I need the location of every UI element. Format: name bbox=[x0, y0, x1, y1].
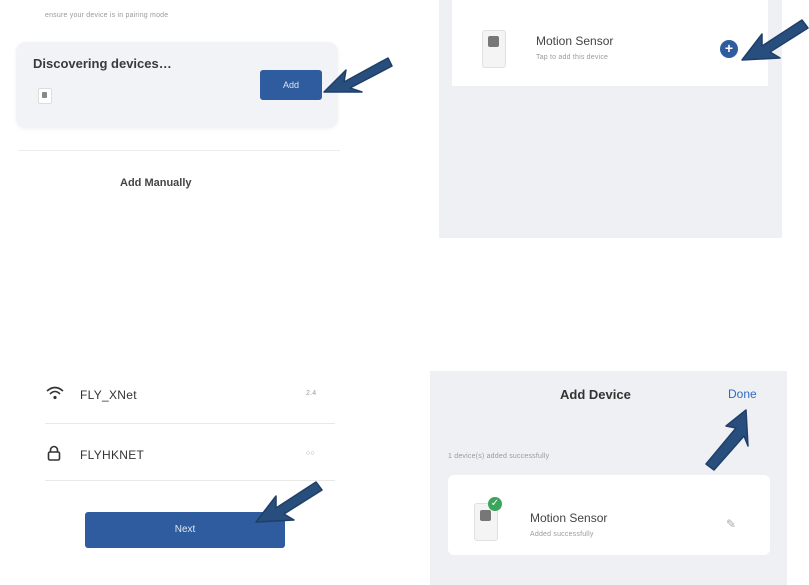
pointer-arrow-icon bbox=[323, 57, 393, 93]
wifi-network-row[interactable]: FLY_XNet 2.4 bbox=[40, 376, 335, 416]
add-button[interactable]: Add bbox=[260, 70, 322, 100]
add-manually-link[interactable]: Add Manually bbox=[120, 177, 192, 189]
pointer-arrow-icon bbox=[705, 409, 749, 471]
device-subtitle: Tap to add this device bbox=[536, 54, 609, 61]
page-title: Add Device bbox=[560, 387, 631, 402]
network-band: 2.4 bbox=[306, 390, 317, 397]
added-device-card[interactable]: ✓ Motion Sensor Added successfully ✎ bbox=[448, 475, 770, 555]
status-text: 1 device(s) added successfully bbox=[448, 453, 550, 460]
result-panel: Add Device Done 1 device(s) added succes… bbox=[430, 371, 787, 585]
pairing-hint: ensure your device is in pairing mode bbox=[45, 12, 169, 19]
done-button[interactable]: Done bbox=[728, 387, 757, 401]
wifi-icon bbox=[46, 385, 64, 403]
plus-circle-icon[interactable]: + bbox=[720, 40, 738, 58]
password-row[interactable]: FLYHKNET ○○ bbox=[40, 436, 335, 476]
network-name: FLY_XNet bbox=[80, 388, 137, 402]
lock-icon bbox=[46, 445, 64, 463]
device-name: Motion Sensor bbox=[530, 511, 608, 525]
discover-card: Discovering devices… Add bbox=[16, 42, 338, 128]
motion-sensor-image bbox=[482, 30, 506, 68]
pointer-arrow-icon bbox=[741, 19, 809, 61]
pencil-icon[interactable]: ✎ bbox=[726, 517, 736, 531]
discover-title: Discovering devices… bbox=[33, 56, 172, 71]
divider bbox=[18, 150, 340, 151]
device-subtitle: Added successfully bbox=[530, 531, 594, 538]
divider bbox=[45, 423, 335, 424]
show-password-toggle[interactable]: ○○ bbox=[306, 450, 315, 457]
device-thumbnail bbox=[38, 88, 52, 104]
password-field[interactable]: FLYHKNET bbox=[80, 448, 144, 462]
device-card[interactable]: Motion Sensor Tap to add this device + bbox=[452, 0, 768, 86]
check-icon: ✓ bbox=[488, 497, 502, 511]
device-name: Motion Sensor bbox=[536, 34, 614, 48]
pointer-arrow-icon bbox=[255, 481, 323, 523]
